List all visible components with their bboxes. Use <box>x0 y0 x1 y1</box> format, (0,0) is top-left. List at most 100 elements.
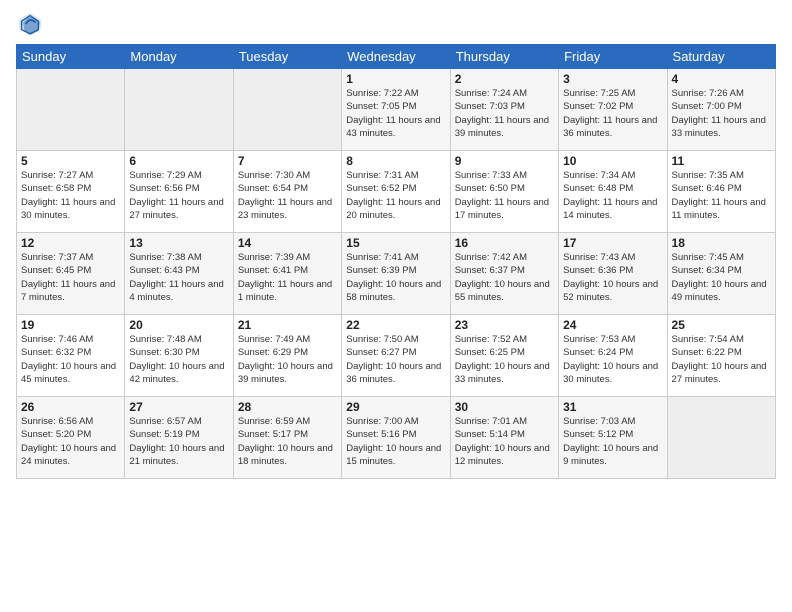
day-of-week-thursday: Thursday <box>450 45 558 69</box>
day-info: Sunrise: 7:27 AM Sunset: 6:58 PM Dayligh… <box>21 169 120 222</box>
calendar-cell: 17Sunrise: 7:43 AM Sunset: 6:36 PM Dayli… <box>559 233 667 315</box>
day-number: 23 <box>455 318 554 332</box>
week-row-1: 1Sunrise: 7:22 AM Sunset: 7:05 PM Daylig… <box>17 69 776 151</box>
day-info: Sunrise: 7:01 AM Sunset: 5:14 PM Dayligh… <box>455 415 554 468</box>
day-number: 19 <box>21 318 120 332</box>
day-of-week-saturday: Saturday <box>667 45 775 69</box>
day-number: 26 <box>21 400 120 414</box>
calendar-cell: 10Sunrise: 7:34 AM Sunset: 6:48 PM Dayli… <box>559 151 667 233</box>
week-row-2: 5Sunrise: 7:27 AM Sunset: 6:58 PM Daylig… <box>17 151 776 233</box>
day-number: 6 <box>129 154 228 168</box>
calendar-cell: 1Sunrise: 7:22 AM Sunset: 7:05 PM Daylig… <box>342 69 450 151</box>
day-number: 22 <box>346 318 445 332</box>
calendar-cell: 2Sunrise: 7:24 AM Sunset: 7:03 PM Daylig… <box>450 69 558 151</box>
day-number: 4 <box>672 72 771 86</box>
day-info: Sunrise: 7:48 AM Sunset: 6:30 PM Dayligh… <box>129 333 228 386</box>
day-info: Sunrise: 7:37 AM Sunset: 6:45 PM Dayligh… <box>21 251 120 304</box>
day-number: 30 <box>455 400 554 414</box>
day-number: 9 <box>455 154 554 168</box>
logo-icon <box>16 10 44 38</box>
day-number: 24 <box>563 318 662 332</box>
day-info: Sunrise: 7:26 AM Sunset: 7:00 PM Dayligh… <box>672 87 771 140</box>
calendar-cell <box>17 69 125 151</box>
day-info: Sunrise: 7:31 AM Sunset: 6:52 PM Dayligh… <box>346 169 445 222</box>
calendar-cell: 22Sunrise: 7:50 AM Sunset: 6:27 PM Dayli… <box>342 315 450 397</box>
calendar-cell: 24Sunrise: 7:53 AM Sunset: 6:24 PM Dayli… <box>559 315 667 397</box>
day-info: Sunrise: 7:43 AM Sunset: 6:36 PM Dayligh… <box>563 251 662 304</box>
day-of-week-tuesday: Tuesday <box>233 45 341 69</box>
day-number: 10 <box>563 154 662 168</box>
day-number: 17 <box>563 236 662 250</box>
calendar-cell: 28Sunrise: 6:59 AM Sunset: 5:17 PM Dayli… <box>233 397 341 479</box>
calendar-cell: 27Sunrise: 6:57 AM Sunset: 5:19 PM Dayli… <box>125 397 233 479</box>
calendar-cell: 29Sunrise: 7:00 AM Sunset: 5:16 PM Dayli… <box>342 397 450 479</box>
calendar-cell: 26Sunrise: 6:56 AM Sunset: 5:20 PM Dayli… <box>17 397 125 479</box>
day-number: 20 <box>129 318 228 332</box>
day-number: 27 <box>129 400 228 414</box>
calendar-cell: 23Sunrise: 7:52 AM Sunset: 6:25 PM Dayli… <box>450 315 558 397</box>
calendar-cell: 15Sunrise: 7:41 AM Sunset: 6:39 PM Dayli… <box>342 233 450 315</box>
day-number: 2 <box>455 72 554 86</box>
calendar-cell: 18Sunrise: 7:45 AM Sunset: 6:34 PM Dayli… <box>667 233 775 315</box>
calendar-cell: 11Sunrise: 7:35 AM Sunset: 6:46 PM Dayli… <box>667 151 775 233</box>
day-number: 5 <box>21 154 120 168</box>
calendar-cell: 5Sunrise: 7:27 AM Sunset: 6:58 PM Daylig… <box>17 151 125 233</box>
calendar-cell: 16Sunrise: 7:42 AM Sunset: 6:37 PM Dayli… <box>450 233 558 315</box>
calendar-cell: 19Sunrise: 7:46 AM Sunset: 6:32 PM Dayli… <box>17 315 125 397</box>
day-of-week-sunday: Sunday <box>17 45 125 69</box>
calendar-cell: 3Sunrise: 7:25 AM Sunset: 7:02 PM Daylig… <box>559 69 667 151</box>
day-info: Sunrise: 6:59 AM Sunset: 5:17 PM Dayligh… <box>238 415 337 468</box>
day-info: Sunrise: 7:50 AM Sunset: 6:27 PM Dayligh… <box>346 333 445 386</box>
day-number: 3 <box>563 72 662 86</box>
calendar-cell: 20Sunrise: 7:48 AM Sunset: 6:30 PM Dayli… <box>125 315 233 397</box>
day-info: Sunrise: 7:45 AM Sunset: 6:34 PM Dayligh… <box>672 251 771 304</box>
day-number: 8 <box>346 154 445 168</box>
day-info: Sunrise: 7:00 AM Sunset: 5:16 PM Dayligh… <box>346 415 445 468</box>
logo <box>16 10 48 38</box>
day-number: 28 <box>238 400 337 414</box>
day-number: 14 <box>238 236 337 250</box>
day-number: 13 <box>129 236 228 250</box>
day-info: Sunrise: 6:57 AM Sunset: 5:19 PM Dayligh… <box>129 415 228 468</box>
day-number: 29 <box>346 400 445 414</box>
day-number: 1 <box>346 72 445 86</box>
day-info: Sunrise: 7:24 AM Sunset: 7:03 PM Dayligh… <box>455 87 554 140</box>
calendar-cell <box>233 69 341 151</box>
day-info: Sunrise: 7:34 AM Sunset: 6:48 PM Dayligh… <box>563 169 662 222</box>
day-info: Sunrise: 7:41 AM Sunset: 6:39 PM Dayligh… <box>346 251 445 304</box>
day-number: 18 <box>672 236 771 250</box>
calendar-cell: 12Sunrise: 7:37 AM Sunset: 6:45 PM Dayli… <box>17 233 125 315</box>
calendar-cell: 30Sunrise: 7:01 AM Sunset: 5:14 PM Dayli… <box>450 397 558 479</box>
header <box>16 10 776 38</box>
calendar-table: SundayMondayTuesdayWednesdayThursdayFrid… <box>16 44 776 479</box>
day-number: 16 <box>455 236 554 250</box>
calendar-cell: 8Sunrise: 7:31 AM Sunset: 6:52 PM Daylig… <box>342 151 450 233</box>
day-number: 21 <box>238 318 337 332</box>
day-info: Sunrise: 7:39 AM Sunset: 6:41 PM Dayligh… <box>238 251 337 304</box>
calendar-cell: 13Sunrise: 7:38 AM Sunset: 6:43 PM Dayli… <box>125 233 233 315</box>
day-number: 25 <box>672 318 771 332</box>
calendar-cell: 4Sunrise: 7:26 AM Sunset: 7:00 PM Daylig… <box>667 69 775 151</box>
day-info: Sunrise: 7:54 AM Sunset: 6:22 PM Dayligh… <box>672 333 771 386</box>
calendar-header: SundayMondayTuesdayWednesdayThursdayFrid… <box>17 45 776 69</box>
week-row-3: 12Sunrise: 7:37 AM Sunset: 6:45 PM Dayli… <box>17 233 776 315</box>
day-info: Sunrise: 7:46 AM Sunset: 6:32 PM Dayligh… <box>21 333 120 386</box>
day-number: 15 <box>346 236 445 250</box>
day-number: 12 <box>21 236 120 250</box>
day-info: Sunrise: 7:29 AM Sunset: 6:56 PM Dayligh… <box>129 169 228 222</box>
day-info: Sunrise: 7:33 AM Sunset: 6:50 PM Dayligh… <box>455 169 554 222</box>
day-info: Sunrise: 7:35 AM Sunset: 6:46 PM Dayligh… <box>672 169 771 222</box>
day-info: Sunrise: 7:42 AM Sunset: 6:37 PM Dayligh… <box>455 251 554 304</box>
calendar-body: 1Sunrise: 7:22 AM Sunset: 7:05 PM Daylig… <box>17 69 776 479</box>
day-info: Sunrise: 7:03 AM Sunset: 5:12 PM Dayligh… <box>563 415 662 468</box>
day-of-week-friday: Friday <box>559 45 667 69</box>
week-row-4: 19Sunrise: 7:46 AM Sunset: 6:32 PM Dayli… <box>17 315 776 397</box>
calendar-cell <box>125 69 233 151</box>
calendar-cell <box>667 397 775 479</box>
calendar-cell: 31Sunrise: 7:03 AM Sunset: 5:12 PM Dayli… <box>559 397 667 479</box>
calendar-cell: 14Sunrise: 7:39 AM Sunset: 6:41 PM Dayli… <box>233 233 341 315</box>
day-info: Sunrise: 7:38 AM Sunset: 6:43 PM Dayligh… <box>129 251 228 304</box>
day-of-week-wednesday: Wednesday <box>342 45 450 69</box>
day-number: 31 <box>563 400 662 414</box>
page: SundayMondayTuesdayWednesdayThursdayFrid… <box>0 0 792 612</box>
